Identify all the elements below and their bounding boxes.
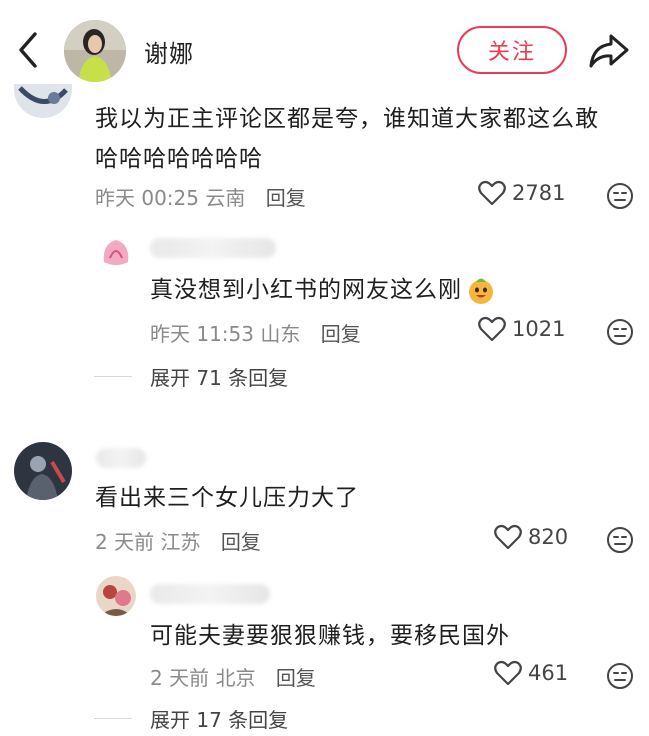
- back-arrow-icon: [19, 32, 37, 68]
- heart-icon: [478, 180, 506, 206]
- reply-username-blurred: [150, 584, 270, 604]
- emoji-icon: [469, 278, 493, 304]
- follow-button[interactable]: 关注: [457, 26, 567, 74]
- back-button[interactable]: [10, 28, 46, 72]
- reply-avatar[interactable]: [96, 232, 136, 272]
- commenter-avatar[interactable]: [14, 442, 72, 500]
- comment-time: 昨天 00:25: [95, 186, 199, 210]
- reply-location: 北京: [215, 666, 256, 690]
- reply-location: 山东: [260, 322, 301, 346]
- comment-time: 2 天前: [95, 530, 155, 554]
- expand-divider: [94, 718, 132, 719]
- share-button[interactable]: [586, 30, 632, 72]
- dislike-icon[interactable]: [606, 182, 634, 210]
- heart-icon: [478, 316, 506, 342]
- expand-divider: [94, 376, 132, 377]
- reply-button[interactable]: 回复: [266, 186, 306, 210]
- reply-button[interactable]: 回复: [321, 322, 361, 346]
- like-count: 820: [528, 525, 569, 549]
- commenter-avatar[interactable]: [14, 84, 72, 118]
- author-avatar[interactable]: [64, 20, 126, 82]
- like-button[interactable]: 1021: [478, 316, 565, 342]
- comment-meta: 2 天前 江苏 回复: [95, 526, 261, 555]
- post-header: 谢娜 关注: [0, 0, 649, 98]
- dislike-icon[interactable]: [606, 526, 634, 554]
- dislike-icon[interactable]: [606, 318, 634, 346]
- commenter-username-blurred: [96, 448, 146, 468]
- reply-username-blurred: [150, 238, 276, 258]
- comment-text: 看出来三个女儿压力大了: [95, 485, 359, 511]
- dislike-icon[interactable]: [606, 662, 634, 690]
- reply-text: 真没想到小红书的网友这么刚: [150, 270, 520, 310]
- reply-time: 2 天前: [150, 666, 210, 690]
- comment-location: 云南: [205, 186, 246, 210]
- heart-icon: [494, 524, 522, 550]
- expand-replies-button[interactable]: 展开 71 条回复: [94, 362, 288, 391]
- comment-location: 江苏: [160, 530, 201, 554]
- reply-button[interactable]: 回复: [221, 530, 261, 554]
- comment-meta: 昨天 00:25 云南 回复: [95, 182, 306, 211]
- expand-replies-button[interactable]: 展开 17 条回复: [94, 704, 288, 733]
- like-button[interactable]: 461: [494, 660, 568, 686]
- author-name[interactable]: 谢娜: [144, 34, 194, 69]
- share-icon: [589, 34, 629, 68]
- reply-meta: 2 天前 北京 回复: [150, 662, 316, 691]
- reply-button[interactable]: 回复: [276, 666, 316, 690]
- like-count: 2781: [512, 181, 566, 205]
- like-count: 461: [528, 661, 569, 685]
- like-count: 1021: [512, 317, 566, 341]
- like-button[interactable]: 2781: [478, 180, 565, 206]
- comment-text: 我以为正主评论区都是夸，谁知道大家都这么敢 哈哈哈哈哈哈哈: [95, 106, 599, 172]
- reply-time: 昨天 11:53: [150, 322, 254, 346]
- reply-text: 可能夫妻要狠狠赚钱，要移民国外: [150, 623, 510, 649]
- reply-avatar[interactable]: [96, 576, 136, 616]
- heart-icon: [494, 660, 522, 686]
- reply-meta: 昨天 11:53 山东 回复: [150, 318, 361, 347]
- like-button[interactable]: 820: [494, 524, 568, 550]
